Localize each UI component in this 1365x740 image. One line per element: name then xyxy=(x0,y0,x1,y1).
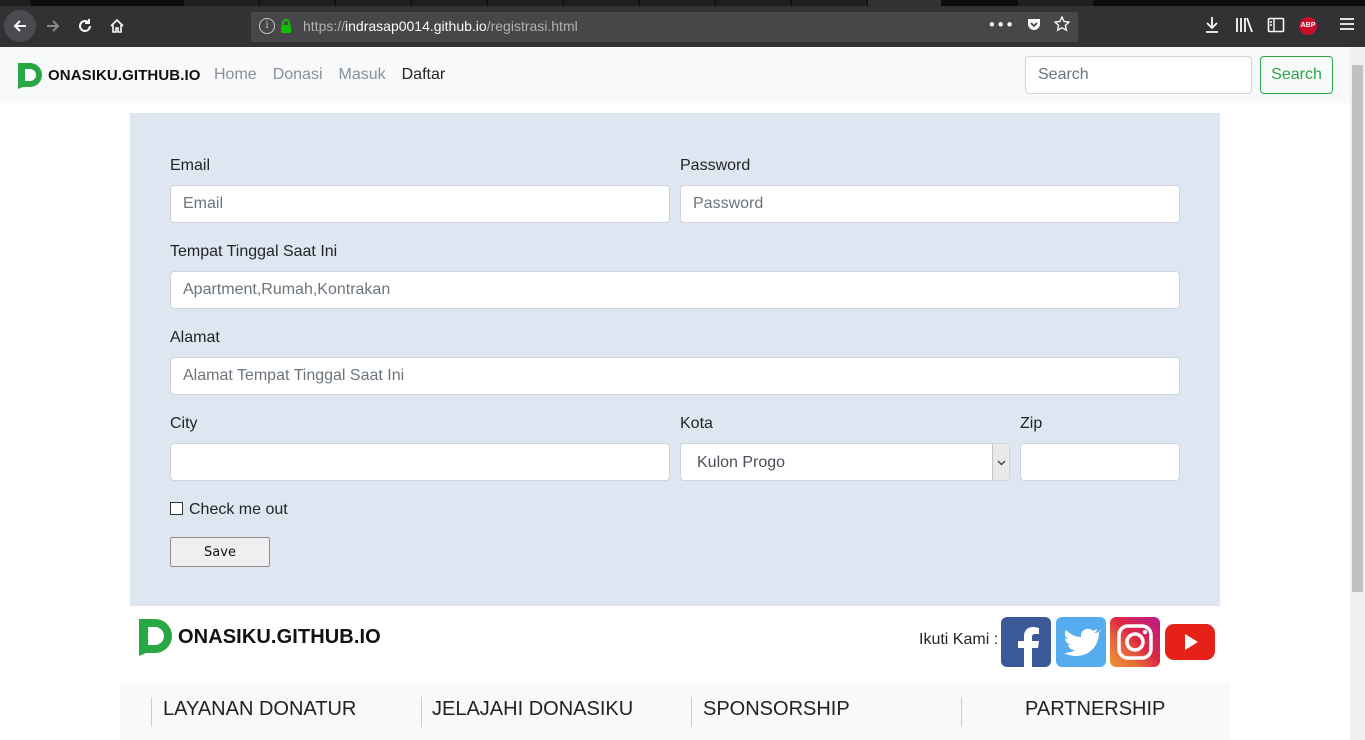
footer-divider xyxy=(151,697,152,727)
forward-arrow-icon[interactable] xyxy=(37,10,69,42)
residence-field[interactable] xyxy=(170,271,1180,309)
url-scheme: https:// xyxy=(303,18,346,34)
footer-col-sponsorship[interactable]: SPONSORSHIP xyxy=(703,698,850,721)
save-button[interactable]: Save xyxy=(170,537,270,567)
footer-col-layanan-donatur[interactable]: LAYANAN DONATUR xyxy=(163,698,356,721)
nav-link-home[interactable]: Home xyxy=(214,66,257,84)
chevron-down-icon[interactable] xyxy=(992,444,1009,480)
city-label: City xyxy=(170,415,198,432)
pocket-icon[interactable] xyxy=(1026,16,1042,32)
donasiku-logo-icon xyxy=(18,63,42,89)
youtube-icon[interactable] xyxy=(1165,624,1215,660)
nav-link-donasi[interactable]: Donasi xyxy=(273,66,323,84)
back-arrow-icon[interactable] xyxy=(4,10,36,42)
page-scrollbar[interactable] xyxy=(1350,47,1365,740)
footer-divider xyxy=(421,697,422,727)
footer-brand-text: ONASIKU.GITHUB.IO xyxy=(178,625,381,648)
adblock-icon[interactable]: ABP xyxy=(1299,17,1317,35)
residence-label: Tempat Tinggal Saat Ini xyxy=(170,243,338,260)
password-field[interactable] xyxy=(680,185,1180,223)
nav-links: Home Donasi Masuk Daftar xyxy=(214,66,461,84)
nav-link-daftar[interactable]: Daftar xyxy=(402,66,446,84)
password-label: Password xyxy=(680,157,751,174)
url-host: indrasap0014.github.io xyxy=(345,18,487,34)
browser-toolbar: i https://indrasap0014.github.io/registr… xyxy=(0,6,1365,47)
twitter-icon[interactable] xyxy=(1056,617,1106,667)
bookmark-star-icon[interactable] xyxy=(1054,16,1070,32)
kota-selected-value: Kulon Progo xyxy=(697,454,786,471)
url-text[interactable]: https://indrasap0014.github.io/registras… xyxy=(303,18,578,34)
library-icon[interactable] xyxy=(1235,16,1253,34)
sidebar-icon[interactable] xyxy=(1267,16,1285,34)
city-field[interactable] xyxy=(170,443,670,481)
instagram-icon[interactable] xyxy=(1110,617,1160,667)
follow-us-label: Ikuti Kami : xyxy=(919,631,999,648)
footer-col-jelajahi-donasiku[interactable]: JELAJAHI DONASIKU xyxy=(432,698,633,721)
zip-field[interactable] xyxy=(1020,443,1180,481)
home-icon[interactable] xyxy=(101,10,133,42)
email-label: Email xyxy=(170,157,211,174)
nav-link-masuk[interactable]: Masuk xyxy=(339,66,386,84)
url-bar[interactable]: i https://indrasap0014.github.io/registr… xyxy=(251,12,1078,42)
site-navbar: ONASIKU.GITHUB.IO Home Donasi Masuk Daft… xyxy=(0,47,1350,103)
kota-select[interactable]: Kulon Progo xyxy=(680,443,1010,481)
search-input[interactable] xyxy=(1025,56,1252,94)
lock-icon[interactable] xyxy=(280,19,292,33)
facebook-icon[interactable] xyxy=(1001,617,1051,667)
check-me-out-checkbox[interactable] xyxy=(170,502,183,515)
footer-col-partnership[interactable]: PARTNERSHIP xyxy=(1025,698,1165,721)
address-label: Alamat xyxy=(170,329,220,346)
hamburger-menu-icon[interactable] xyxy=(1339,16,1355,32)
donasiku-logo-icon xyxy=(139,619,172,656)
download-icon[interactable] xyxy=(1204,16,1220,34)
reload-icon[interactable] xyxy=(69,10,101,42)
info-icon[interactable]: i xyxy=(259,18,275,34)
email-field[interactable] xyxy=(170,185,670,223)
footer-divider xyxy=(961,697,962,727)
address-field[interactable] xyxy=(170,357,1180,395)
url-path: /registrasi.html xyxy=(486,18,578,34)
zip-label: Zip xyxy=(1020,415,1043,432)
search-button[interactable]: Search xyxy=(1260,56,1333,94)
check-me-out-label[interactable]: Check me out xyxy=(189,501,288,519)
site-brand[interactable]: ONASIKU.GITHUB.IO xyxy=(15,61,201,89)
footer-divider xyxy=(691,697,692,727)
brand-text: ONASIKU.GITHUB.IO xyxy=(48,66,201,84)
kota-label: Kota xyxy=(680,415,713,432)
scrollbar-thumb[interactable] xyxy=(1352,65,1363,592)
footer-brand[interactable]: ONASIKU.GITHUB.IO xyxy=(135,617,381,657)
more-actions-icon[interactable]: ••• xyxy=(987,16,1014,34)
